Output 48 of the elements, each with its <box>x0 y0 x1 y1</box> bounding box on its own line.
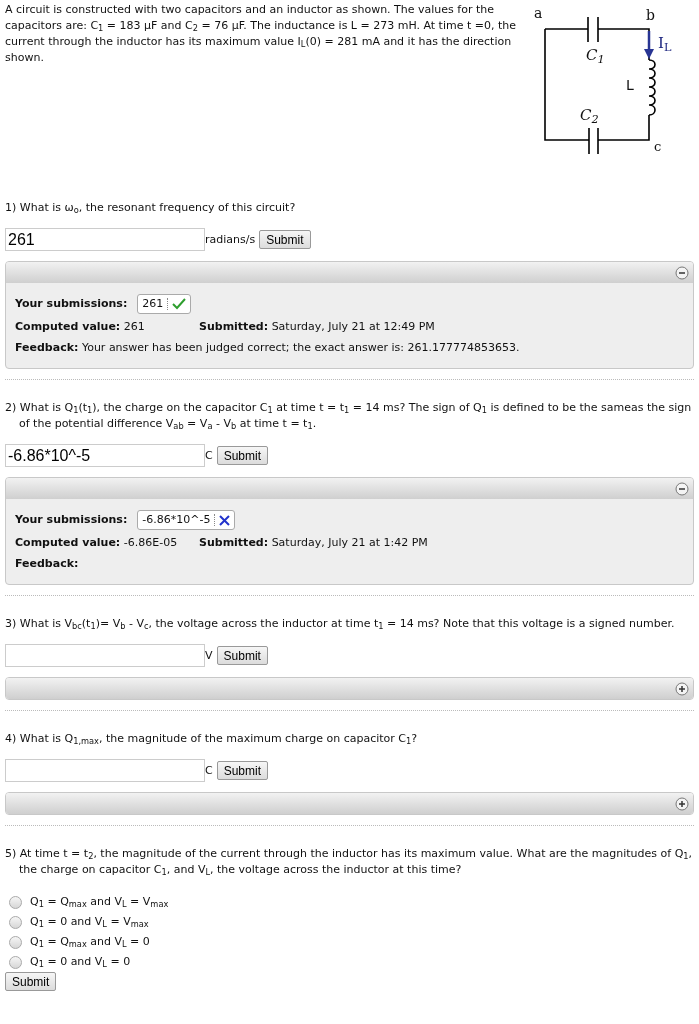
question-text: 5) At time t = t$_{2}$, the magnitude of the current through the inductor has its maximum value. What are the magnitudes of Q$_{1}$, the charge on capacitor C$_{1}$, and V$_{L}$, the voltage across the inductor at this time? <box>4 846 694 878</box>
submitted-time: Submitted: Saturday, July 21 at 1:42 PM <box>199 535 428 551</box>
collapse-icon[interactable] <box>675 265 689 280</box>
unit-label: C <box>205 447 213 464</box>
question-text: 2) What is Q$_{1}$(t$_{1}$), the charge on the capacitor C$_{1}$ at time t = t$_{1}$ = 14 ms? The sign of Q$_{1}$ is defined to be the sameas the sign of the potential difference V$_{ab}$ = V$_{a}$ - V$_{b}$ at time t = t$_{1}$. <box>4 400 693 432</box>
submit-button[interactable]: Submit <box>216 646 268 665</box>
circuit-label: I$_{L}$ <box>658 36 672 51</box>
expand-icon[interactable] <box>675 681 689 696</box>
unit-label: V <box>205 647 213 664</box>
answer-field[interactable]: 261 <box>5 228 205 251</box>
option-label: Q$_{1}$ = Q$_{max}$ and V$_{L}$ = 0 <box>30 934 150 950</box>
intro-text: A circuit is constructed with two capacitors and an inductor as shown. The values for the capacitors are: C$_{1}$ = 183 μF and C$_{2}$ = 76 μF. The inductance is L = 273 mH. At time t =0, the current through the inductor has its maximum value I$_{L}$(0) = 281 mA and it has the direction shown. <box>5 2 518 66</box>
option-label: Q$_{1}$ = 0 and V$_{L}$ = 0 <box>30 954 131 970</box>
expand-icon[interactable] <box>675 796 689 811</box>
feedback-text: Feedback: Your answer has been judged correct; the exact answer is: 261.177774853653. <box>15 340 521 356</box>
submit-button[interactable]: Submit <box>216 761 269 780</box>
circuit-label: a <box>534 6 543 20</box>
question-text: 4) What is Q$_{1,max}$, the magnitude of the maximum charge on capacitor C$_{1}$? <box>4 731 419 747</box>
feedback-text: Feedback: <box>15 556 80 572</box>
radio-button[interactable] <box>9 915 22 929</box>
computed-value: Computed value: 261 <box>15 319 146 335</box>
computed-value: Computed value: -6.86E-05 <box>15 535 179 551</box>
circuit-label: C$_{1}$ <box>586 48 605 63</box>
unit-label: C <box>205 762 213 779</box>
radio-button[interactable] <box>9 935 22 949</box>
submit-button[interactable]: Submit <box>259 230 311 249</box>
answer-field[interactable] <box>5 644 205 667</box>
submit-button[interactable]: Submit <box>5 972 57 991</box>
circuit-label: L <box>626 78 634 92</box>
submissions-label: Your submissions: <box>15 296 128 312</box>
radio-button[interactable] <box>9 955 22 969</box>
radio-button[interactable] <box>9 895 22 909</box>
submission-chip: -6.86*10^-5 <box>137 510 236 530</box>
circuit-label: C$_{2}$ <box>580 108 599 123</box>
unit-label: radians/s <box>205 231 256 248</box>
question-text: 3) What is V$_{bc}$(t$_{1}$)= V$_{b}$ - V$_{c}$, the voltage across the inductor at time t$_{1}$ = 14 ms? Note that this voltage is a signed number. <box>4 616 676 632</box>
answer-field[interactable] <box>5 759 205 782</box>
submitted-time: Submitted: Saturday, July 21 at 12:49 PM <box>199 319 435 335</box>
option-label: Q$_{1}$ = 0 and V$_{L}$ = V$_{max}$ <box>30 914 149 930</box>
circuit-label: c <box>654 140 662 153</box>
collapse-icon[interactable] <box>675 481 689 496</box>
option-label: Q$_{1}$ = Q$_{max}$ and V$_{L}$ = V$_{max}$ <box>30 894 169 910</box>
submit-button[interactable]: Submit <box>216 446 269 465</box>
question-text: 1) What is ω$_{o}$, the resonant frequency of this circuit? <box>4 200 297 216</box>
submission-chip: 261 <box>137 294 192 314</box>
circuit-label: b <box>646 8 655 22</box>
submissions-label: Your submissions: <box>15 512 128 528</box>
answer-field[interactable]: -6.86*10^-5 <box>5 444 205 467</box>
